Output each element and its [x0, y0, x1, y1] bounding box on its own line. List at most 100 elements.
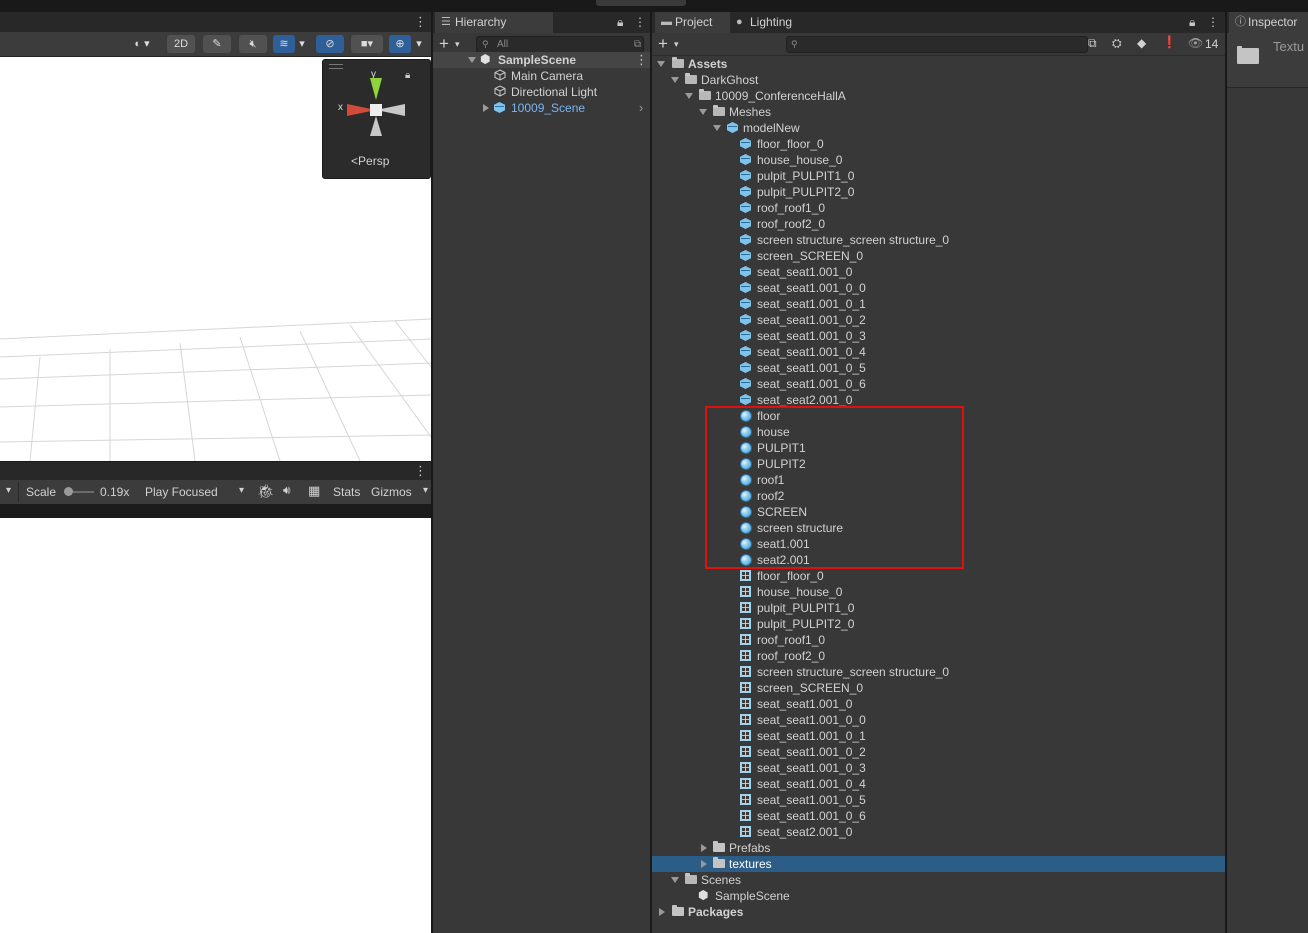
texture-item[interactable]: house_house_0	[652, 584, 1225, 600]
lock-icon[interactable]: 🔒︎	[617, 12, 623, 33]
chevron-down-icon[interactable]: ▾	[423, 485, 428, 496]
visibility-toggle-icon[interactable]: ⊘	[316, 35, 344, 53]
folder-meshes[interactable]: Meshes	[652, 104, 1225, 120]
scene-search-icon[interactable]: ⧉	[634, 37, 641, 52]
expand-arrow-icon[interactable]	[701, 844, 707, 852]
tab-hierarchy[interactable]: ☰ Hierarchy	[435, 12, 553, 33]
more-icon[interactable]: ⋮	[414, 15, 427, 28]
texture-item[interactable]: screen_SCREEN_0	[652, 680, 1225, 696]
slider-handle[interactable]	[64, 487, 73, 496]
hierarchy-item[interactable]: 10009_Scene ›	[433, 100, 650, 116]
texture-item[interactable]: seat_seat1.001_0_4	[652, 776, 1225, 792]
more-icon[interactable]: ⋮	[635, 53, 648, 66]
texture-item[interactable]: seat_seat2.001_0	[652, 824, 1225, 840]
hierarchy-item[interactable]: Directional Light	[433, 84, 650, 100]
game-view[interactable]	[0, 518, 431, 933]
texture-item[interactable]: roof_roof1_0	[652, 632, 1225, 648]
mesh-item[interactable]: seat_seat1.001_0_2	[652, 312, 1225, 328]
expand-arrow-icon[interactable]	[483, 104, 489, 112]
mesh-item[interactable]: seat_seat1.001_0_5	[652, 360, 1225, 376]
expand-arrow-icon[interactable]	[685, 93, 693, 99]
axis-cones-icon[interactable]	[323, 70, 430, 150]
lighting-toggle-icon[interactable]: ✎	[203, 35, 231, 53]
bug-icon[interactable]: 🐞︎	[257, 483, 275, 500]
mesh-item[interactable]: seat_seat1.001_0_4	[652, 344, 1225, 360]
filter-type-icon[interactable]: ⛭	[1112, 36, 1122, 51]
mesh-item[interactable]: seat_seat1.001_0	[652, 264, 1225, 280]
mesh-item[interactable]: house_house_0	[652, 152, 1225, 168]
stats-button[interactable]: Stats	[333, 485, 360, 499]
gizmos-toggle-icon[interactable]: ⊕	[389, 35, 411, 53]
model-row[interactable]: modelNew	[652, 120, 1225, 136]
chevron-down-icon[interactable]: ▾	[411, 35, 427, 53]
texture-item[interactable]: seat_seat1.001_0_2	[652, 744, 1225, 760]
more-icon[interactable]: ⋮	[414, 464, 427, 477]
add-icon[interactable]: +	[658, 33, 668, 55]
folder-textures[interactable]: textures	[652, 856, 1225, 872]
play-mode-dropdown[interactable]: Play Focused ▾	[139, 482, 249, 502]
scene-row[interactable]: ⬢ SampleScene ⋮	[433, 52, 650, 68]
projection-label[interactable]: <Persp	[351, 154, 389, 168]
warning-icon[interactable]: ❗	[1162, 35, 1177, 49]
scene-asset[interactable]: ⬢ SampleScene	[652, 888, 1225, 904]
label-icon[interactable]: ◆	[1137, 36, 1146, 50]
chevron-right-icon[interactable]: ›	[639, 100, 643, 116]
texture-item[interactable]: pulpit_PULPIT1_0	[652, 600, 1225, 616]
texture-item[interactable]: floor_floor_0	[652, 568, 1225, 584]
orientation-gizmo[interactable]: 🔒︎ y x <Persp	[322, 59, 431, 179]
search-by-type-icon[interactable]: ⧉	[1088, 36, 1097, 51]
folder-assets[interactable]: Assets	[652, 56, 1225, 72]
texture-item[interactable]: seat_seat1.001_0_5	[652, 792, 1225, 808]
expand-arrow-icon[interactable]	[699, 109, 707, 115]
expand-arrow-icon[interactable]	[671, 77, 679, 83]
mesh-item[interactable]: seat_seat1.001_0_1	[652, 296, 1225, 312]
more-icon[interactable]: ⋮	[634, 12, 646, 33]
effects-toggle-icon[interactable]: ≋	[273, 35, 295, 53]
mesh-item[interactable]: screen_SCREEN_0	[652, 248, 1225, 264]
folder-packages[interactable]: Packages	[652, 904, 1225, 920]
grid-toggle-icon[interactable]: ▦	[308, 483, 320, 499]
texture-item[interactable]: roof_roof2_0	[652, 648, 1225, 664]
texture-item[interactable]: seat_seat1.001_0_0	[652, 712, 1225, 728]
expand-arrow-icon[interactable]	[713, 125, 721, 131]
chevron-down-icon[interactable]: ▾	[295, 35, 309, 53]
folder-darkghost[interactable]: DarkGhost	[652, 72, 1225, 88]
hierarchy-search-input[interactable]: ⚲ All ⧉	[476, 36, 644, 53]
mesh-item[interactable]: seat_seat1.001_0_3	[652, 328, 1225, 344]
texture-item[interactable]: pulpit_PULPIT2_0	[652, 616, 1225, 632]
expand-arrow-icon[interactable]	[468, 57, 476, 63]
expand-arrow-icon[interactable]	[671, 877, 679, 883]
play-controls[interactable]	[596, 0, 686, 6]
texture-item[interactable]: seat_seat1.001_0	[652, 696, 1225, 712]
tab-lighting[interactable]: ● Lighting	[730, 12, 830, 33]
audio-icon[interactable]: 🔊︎	[283, 483, 291, 498]
texture-item[interactable]: seat_seat1.001_0_6	[652, 808, 1225, 824]
mesh-item[interactable]: seat_seat1.001_0_6	[652, 376, 1225, 392]
mesh-item[interactable]: pulpit_PULPIT2_0	[652, 184, 1225, 200]
mesh-item[interactable]: roof_roof1_0	[652, 200, 1225, 216]
eye-icon[interactable]: 👁︎	[1188, 36, 1203, 50]
texture-item[interactable]: seat_seat1.001_0_3	[652, 760, 1225, 776]
audio-toggle-icon[interactable]: 🔇︎	[239, 35, 267, 53]
gizmos-button[interactable]: Gizmos	[371, 485, 412, 499]
folder-scenes[interactable]: Scenes	[652, 872, 1225, 888]
texture-item[interactable]: screen structure_screen structure_0	[652, 664, 1225, 680]
scale-slider[interactable]	[64, 487, 94, 496]
mesh-item[interactable]: pulpit_PULPIT1_0	[652, 168, 1225, 184]
mesh-item[interactable]: floor_floor_0	[652, 136, 1225, 152]
chevron-down-icon[interactable]: ▾	[6, 485, 11, 496]
mesh-item[interactable]: screen structure_screen structure_0	[652, 232, 1225, 248]
camera-dropdown-icon[interactable]: ■▾	[351, 35, 383, 53]
hierarchy-item[interactable]: Main Camera	[433, 68, 650, 84]
expand-arrow-icon[interactable]	[657, 61, 665, 67]
project-search-input[interactable]: ⚲	[786, 36, 1088, 53]
tab-inspector[interactable]: ⓘ Inspector	[1229, 12, 1308, 33]
shading-mode-dropdown[interactable]: ◐ ▾	[125, 35, 159, 53]
mesh-item[interactable]: seat_seat1.001_0_0	[652, 280, 1225, 296]
expand-arrow-icon[interactable]	[701, 860, 707, 868]
toggle-2d-button[interactable]: 2D	[167, 35, 195, 53]
folder-prefabs[interactable]: Prefabs	[652, 840, 1225, 856]
expand-arrow-icon[interactable]	[659, 908, 665, 916]
lock-icon[interactable]: 🔒︎	[1189, 12, 1195, 33]
chevron-down-icon[interactable]: ▾	[674, 33, 679, 55]
